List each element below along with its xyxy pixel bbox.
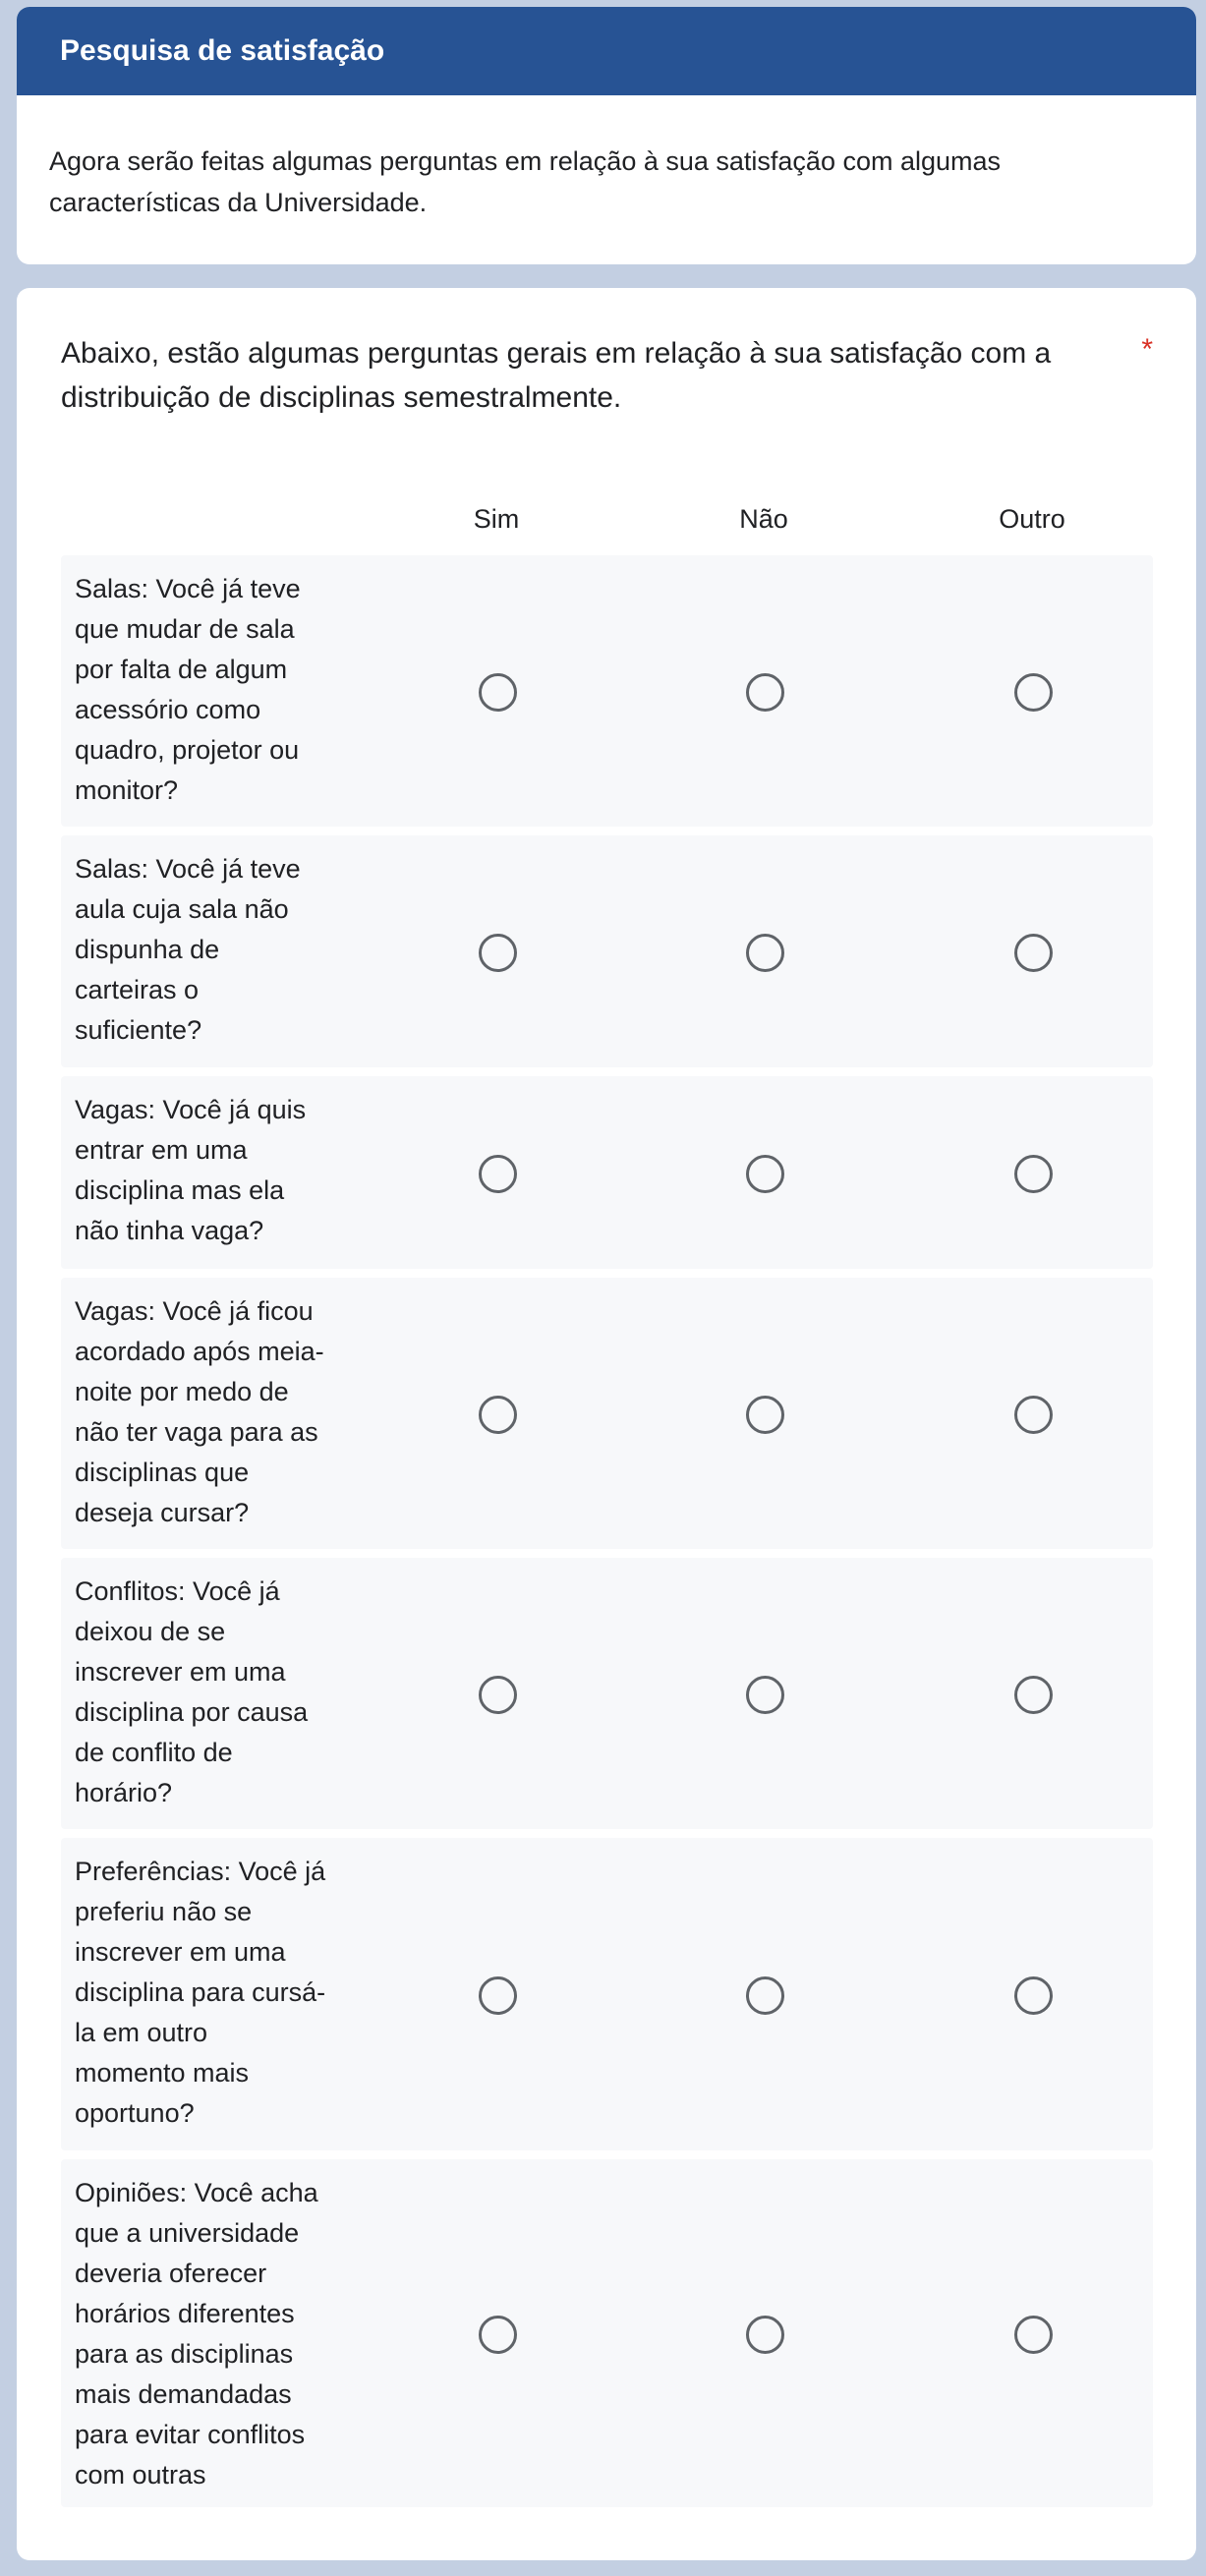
- column-label-2: Outro: [999, 504, 1065, 534]
- question-title: Abaixo, estão algumas perguntas gerais e…: [61, 331, 1153, 420]
- grid-row: Vagas: Você já quis entrar em uma discip…: [61, 1076, 1153, 1269]
- radio-nao[interactable]: [746, 1676, 784, 1714]
- radio-outro[interactable]: [1014, 673, 1053, 712]
- grid-row: Preferências: Você já preferiu não se in…: [61, 1838, 1153, 2150]
- grid-row-label: Vagas: Você já ficou acordado após meia-…: [75, 1296, 324, 1527]
- radio-outro[interactable]: [1014, 934, 1053, 972]
- grid-row-label: Salas: Você já teve aula cuja sala não d…: [75, 854, 301, 1045]
- radio-sim[interactable]: [479, 1976, 517, 2015]
- radio-sim[interactable]: [479, 1396, 517, 1434]
- form-header-card: Pesquisa de satisfação Agora serão feita…: [17, 7, 1196, 264]
- radio-outro[interactable]: [1014, 1676, 1053, 1714]
- radio-nao[interactable]: [746, 2316, 784, 2354]
- column-label-1: Não: [739, 504, 788, 534]
- radio-outro[interactable]: [1014, 2316, 1053, 2354]
- grid-row: Salas: Você já teve que mudar de sala po…: [61, 555, 1153, 827]
- radio-nao[interactable]: [746, 934, 784, 972]
- radio-nao[interactable]: [746, 673, 784, 712]
- radio-sim[interactable]: [479, 934, 517, 972]
- grid-row-label: Opiniões: Você acha que a universidade d…: [75, 2178, 318, 2490]
- grid-row-label: Preferências: Você já preferiu não se in…: [75, 1857, 326, 2128]
- radio-nao[interactable]: [746, 1396, 784, 1434]
- grid-row: Conflitos: Você já deixou de se inscreve…: [61, 1558, 1153, 1829]
- radio-sim[interactable]: [479, 2316, 517, 2354]
- question-title-text: Abaixo, estão algumas perguntas gerais e…: [61, 337, 1052, 414]
- grid-row-label: Conflitos: Você já deixou de se inscreve…: [75, 1576, 309, 1807]
- grid-row-label: Vagas: Você já quis entrar em uma discip…: [75, 1095, 307, 1245]
- form-description: Agora serão feitas algumas perguntas em …: [49, 146, 1002, 217]
- radio-nao[interactable]: [746, 1155, 784, 1193]
- required-marker: *: [1141, 333, 1153, 366]
- grid-column-header: Sim Não Outro: [61, 483, 1153, 555]
- grid-row: Vagas: Você já ficou acordado após meia-…: [61, 1278, 1153, 1549]
- column-label-0: Sim: [473, 504, 520, 534]
- radio-outro[interactable]: [1014, 1396, 1053, 1434]
- radio-sim[interactable]: [479, 1155, 517, 1193]
- radio-sim[interactable]: [479, 673, 517, 712]
- radio-sim[interactable]: [479, 1676, 517, 1714]
- grid-row-label: Salas: Você já teve que mudar de sala po…: [75, 574, 301, 805]
- radio-outro[interactable]: [1014, 1976, 1053, 2015]
- radio-nao[interactable]: [746, 1976, 784, 2015]
- grid-rows: Salas: Você já teve que mudar de sala po…: [61, 555, 1153, 2507]
- grid-row: Opiniões: Você acha que a universidade d…: [61, 2159, 1153, 2507]
- form-title: Pesquisa de satisfação: [17, 7, 1196, 95]
- radio-outro[interactable]: [1014, 1155, 1053, 1193]
- grid-row: Salas: Você já teve aula cuja sala não d…: [61, 835, 1153, 1067]
- question-card: Abaixo, estão algumas perguntas gerais e…: [17, 288, 1196, 2560]
